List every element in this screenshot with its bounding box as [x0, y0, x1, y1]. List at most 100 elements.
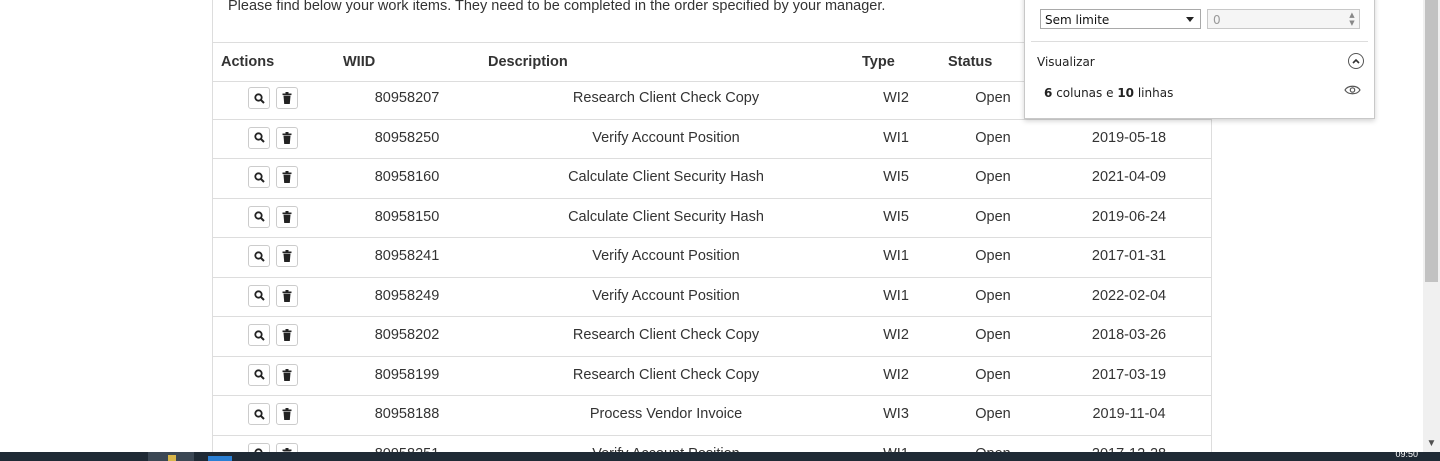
limit-number-input[interactable]: 0 ▲ ▼: [1207, 9, 1360, 29]
cell-status: Open: [975, 129, 1011, 146]
search-icon: [253, 408, 265, 420]
search-icon: [253, 92, 265, 104]
cell-wiid: 80958202: [374, 327, 440, 343]
cell-date: 2017-01-31: [1091, 248, 1167, 264]
search-icon: [253, 171, 265, 183]
intro-text: Please find below your work items. They …: [228, 0, 886, 14]
chevron-up-icon[interactable]: [1348, 53, 1364, 69]
delete-item-button[interactable]: [276, 284, 298, 307]
rows-word: linhas: [1137, 86, 1174, 100]
table-row: 80958202 Research Client Check Copy WI2 Ope…: [213, 317, 1211, 357]
vertical-scrollbar[interactable]: ▼: [1423, 0, 1440, 452]
view-item-button[interactable]: [248, 205, 270, 228]
cell-wiid: 80958241: [374, 248, 440, 264]
cell-status: Open: [975, 208, 1011, 225]
cell-date: 2021-04-09: [1091, 169, 1167, 185]
table-row: 80958241 Verify Account Position WI1 Open 20…: [213, 238, 1211, 278]
delete-item-button[interactable]: [276, 166, 298, 188]
cell-status: Open: [975, 90, 1011, 106]
spinner-arrows-icon[interactable]: ▲ ▼: [1347, 11, 1357, 27]
rows-count: 10: [1117, 86, 1135, 100]
trash-icon: [282, 289, 292, 302]
table-row: 80958150 Calculate Client Security Hash WI…: [213, 199, 1211, 238]
cell-wiid: 80958207: [374, 90, 440, 106]
table-row: 80958160 Calculate Client Security Hash WI…: [213, 159, 1211, 199]
trash-icon: [282, 171, 292, 183]
cell-status: Open: [975, 248, 1011, 264]
view-item-button[interactable]: [248, 126, 270, 149]
table-body: 80958207 Research Client Check Copy WI2 Ope…: [213, 80, 1211, 452]
delete-item-button[interactable]: [276, 245, 298, 267]
cell-date: 2018-03-26: [1091, 327, 1167, 343]
view-item-button[interactable]: [248, 245, 270, 267]
columns-word: colunas e: [1056, 86, 1114, 100]
cell-type: WI3: [883, 406, 909, 422]
divider: [1031, 41, 1368, 42]
visualizar-label: Visualizar: [1037, 55, 1095, 69]
cell-type: WI2: [883, 90, 909, 106]
cell-description: Calculate Client Security Hash: [568, 169, 764, 185]
columns-count: 6: [1044, 86, 1053, 100]
view-item-button[interactable]: [248, 324, 270, 346]
cell-description: Research Client Check Copy: [572, 366, 760, 383]
delete-item-button[interactable]: [276, 87, 298, 109]
scroll-down-icon[interactable]: ▼: [1423, 435, 1440, 452]
view-item-button[interactable]: [248, 284, 270, 307]
view-item-button[interactable]: [248, 403, 270, 425]
view-item-button[interactable]: [248, 166, 270, 188]
delete-item-button[interactable]: [276, 363, 298, 386]
cell-date: 2019-11-04: [1092, 406, 1166, 422]
taskbar-app-browser[interactable]: [208, 456, 232, 461]
cell-type: WI5: [883, 208, 909, 225]
delete-item-button[interactable]: [276, 403, 298, 425]
cell-type: WI1: [883, 248, 909, 264]
cell-status: Open: [975, 327, 1011, 343]
view-item-button[interactable]: [248, 87, 270, 109]
limit-select-value: Sem limite: [1045, 13, 1110, 27]
limit-number-value: 0: [1213, 13, 1221, 27]
cell-type: WI1: [883, 129, 909, 146]
taskbar-app-explorer[interactable]: [148, 452, 194, 461]
header-status[interactable]: Status: [948, 54, 992, 70]
delete-item-button[interactable]: [276, 442, 298, 452]
cell-description: Research Client Check Copy: [572, 327, 760, 343]
eye-icon[interactable]: [1344, 84, 1361, 99]
table-row: 80958249 Verify Account Position WI1 Open 20…: [213, 278, 1211, 317]
cell-wiid: 80958199: [374, 366, 440, 383]
view-item-button[interactable]: [248, 442, 270, 452]
view-item-button[interactable]: [248, 363, 270, 386]
cell-wiid: 80958150: [374, 208, 440, 225]
cell-wiid: 80958249: [374, 287, 440, 304]
scrollbar-thumb[interactable]: [1425, 0, 1438, 282]
search-icon: [253, 132, 265, 143]
header-type[interactable]: Type: [862, 54, 895, 70]
cell-description: Verify Account Position: [592, 129, 740, 146]
cell-description: Verify Account Position: [592, 248, 740, 264]
delete-item-button[interactable]: [276, 324, 298, 346]
header-wiid[interactable]: WIID: [343, 54, 375, 70]
folder-icon: [168, 455, 176, 461]
table-row: 80958199 Research Client Check Copy WI2 Ope…: [213, 357, 1211, 396]
header-actions[interactable]: Actions: [221, 54, 274, 70]
cell-status: Open: [975, 169, 1011, 185]
trash-icon: [282, 250, 292, 262]
cell-description: Calculate Client Security Hash: [568, 208, 764, 225]
preview-summary: 6 colunas e 10 linhas: [1044, 86, 1173, 100]
delete-item-button[interactable]: [276, 126, 298, 149]
header-description[interactable]: Description: [488, 54, 568, 70]
cell-type: WI2: [883, 327, 909, 343]
table-row: 80958251Verify Account PositionWI1Open20…: [213, 436, 1211, 452]
trash-icon: [282, 408, 292, 420]
table-row: 80958250 Verify Account Position WI1 Open 20…: [213, 120, 1211, 159]
limit-select[interactable]: Sem limite: [1040, 9, 1201, 29]
trash-icon: [282, 210, 292, 223]
chevron-down-icon: [1186, 17, 1194, 22]
display-options-popup: Sem limite 0 ▲ ▼ Visualizar 6 colunas e 1…: [1024, 0, 1375, 119]
cell-wiid: 80958188: [374, 406, 440, 422]
trash-icon: [282, 329, 292, 341]
cell-description: Verify Account Position: [592, 287, 740, 304]
search-icon: [253, 290, 265, 301]
search-icon: [253, 329, 265, 341]
delete-item-button[interactable]: [276, 205, 298, 228]
cell-description: Research Client Check Copy: [572, 90, 760, 106]
